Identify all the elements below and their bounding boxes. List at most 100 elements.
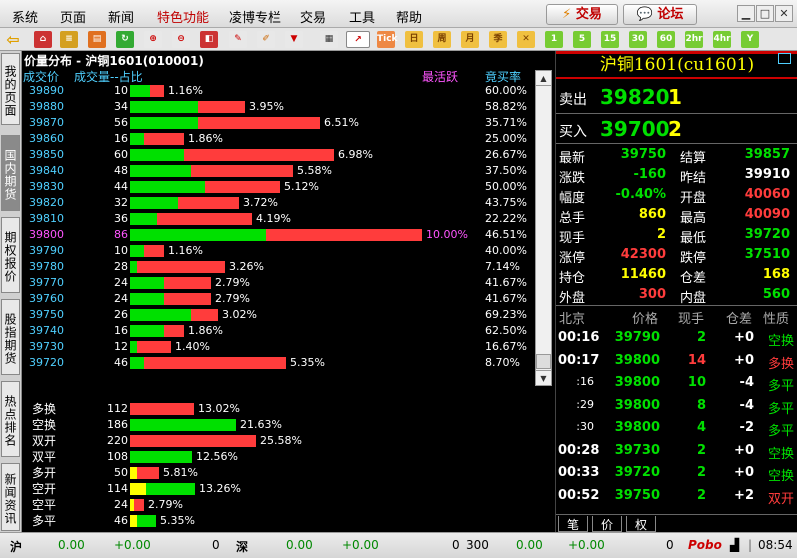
field-label: 内盘 bbox=[680, 291, 707, 306]
database-icon[interactable]: ≡ bbox=[60, 31, 78, 48]
menu-help[interactable]: 帮助 bbox=[396, 7, 422, 26]
price-row[interactable]: 39880 34 3.95% 58.82% bbox=[22, 100, 553, 114]
week-button[interactable]: 周 bbox=[433, 31, 451, 48]
maximize-button[interactable]: □ bbox=[756, 5, 774, 22]
scroll-up-icon[interactable]: ▲ bbox=[536, 71, 551, 86]
menu-tools[interactable]: 工具 bbox=[349, 7, 375, 26]
table-icon[interactable]: ▦ bbox=[320, 31, 338, 48]
type-row[interactable]: 空平 24 2.79% bbox=[22, 497, 553, 513]
type-row[interactable]: 空开 114 13.26% bbox=[22, 481, 553, 497]
trade-button[interactable]: ⚡ 交易 bbox=[546, 4, 618, 25]
tick-price: 39800 bbox=[614, 375, 660, 390]
type-row[interactable]: 空换 186 21.63% bbox=[22, 417, 553, 433]
forum-button[interactable]: 💬 论坛 bbox=[623, 4, 697, 25]
expand-icon[interactable] bbox=[778, 53, 791, 64]
type-percent: 5.35% bbox=[160, 514, 195, 527]
tick-time: 00:17 bbox=[558, 352, 600, 368]
price-row[interactable]: 39850 60 6.98% 26.67% bbox=[22, 148, 553, 162]
tick-col-vol: 现手 bbox=[678, 312, 705, 327]
price-row[interactable]: 39800 86 10.00% 46.51% bbox=[22, 228, 553, 242]
brush-icon[interactable]: ✐ bbox=[257, 31, 275, 48]
menu-trade[interactable]: 交易 bbox=[300, 7, 326, 26]
tab-options[interactable]: 期权报价 bbox=[1, 217, 20, 293]
vertical-scrollbar[interactable]: ▲ ▼ bbox=[535, 70, 552, 386]
price-row[interactable]: 39770 24 2.79% 41.67% bbox=[22, 276, 553, 290]
m1-button[interactable]: 1 bbox=[545, 31, 563, 48]
type-row[interactable]: 多换 112 13.02% bbox=[22, 401, 553, 417]
type-volume: 112 bbox=[107, 402, 128, 415]
row-price: 39750 bbox=[29, 308, 64, 321]
minimize-button[interactable]: ▁ bbox=[737, 5, 755, 22]
tab-domestic-futures[interactable]: 国内期货 bbox=[1, 135, 20, 211]
tab-hot-ranking[interactable]: 热点排名 bbox=[1, 381, 20, 457]
tab-rights[interactable]: 权 bbox=[626, 516, 656, 532]
price-row[interactable]: 39780 28 3.26% 7.14% bbox=[22, 260, 553, 274]
line-chart-icon[interactable]: ↗ bbox=[346, 31, 370, 48]
sound-icon: | bbox=[748, 538, 753, 552]
h4-button[interactable]: 4hr bbox=[713, 31, 731, 48]
m5-button[interactable]: 5 bbox=[573, 31, 591, 48]
price-row[interactable]: 39890 10 1.16% 60.00% bbox=[22, 84, 553, 98]
price-row[interactable]: 39840 48 5.58% 37.50% bbox=[22, 164, 553, 178]
price-row[interactable]: 39810 36 4.19% 22.22% bbox=[22, 212, 553, 226]
csi300-volume: 0 bbox=[666, 538, 674, 552]
type-row[interactable]: 双开 220 25.58% bbox=[22, 433, 553, 449]
scroll-down-icon[interactable]: ▼ bbox=[536, 370, 551, 385]
scroll-thumb[interactable] bbox=[536, 354, 551, 369]
tick-oi-change: +0 bbox=[734, 442, 754, 458]
m30-button[interactable]: 30 bbox=[629, 31, 647, 48]
zoom-out-icon[interactable]: ⊖ bbox=[172, 31, 190, 48]
menu-features[interactable]: 特色功能 bbox=[157, 7, 209, 26]
price-row[interactable]: 39820 32 3.72% 43.75% bbox=[22, 196, 553, 210]
back-arrow-icon[interactable]: ⇦ bbox=[4, 31, 22, 48]
tab-index-futures[interactable]: 股指期货 bbox=[1, 299, 20, 375]
filter-icon[interactable]: ▼ bbox=[285, 31, 303, 48]
type-name: 空开 bbox=[32, 482, 57, 496]
pencil-icon[interactable]: ✎ bbox=[229, 31, 247, 48]
type-row[interactable]: 多平 46 5.35% bbox=[22, 513, 553, 529]
cross-icon[interactable]: ✕ bbox=[517, 31, 535, 48]
season-button[interactable]: 季 bbox=[489, 31, 507, 48]
window-icon[interactable]: ◧ bbox=[200, 31, 218, 48]
price-row[interactable]: 39860 16 1.86% 25.00% bbox=[22, 132, 553, 146]
month-button[interactable]: 月 bbox=[461, 31, 479, 48]
tab-price[interactable]: 价 bbox=[592, 516, 622, 532]
tick-button[interactable]: Tick bbox=[377, 31, 398, 48]
row-percent: 5.58% bbox=[297, 164, 332, 177]
day-button[interactable]: 日 bbox=[405, 31, 423, 48]
row-volume: 24 bbox=[114, 292, 128, 305]
bid-bar bbox=[130, 309, 191, 321]
h2-button[interactable]: 2hr bbox=[685, 31, 703, 48]
tab-trades[interactable]: 笔 bbox=[558, 516, 588, 532]
row-price: 39740 bbox=[29, 324, 64, 337]
row-volume: 16 bbox=[114, 132, 128, 145]
price-row[interactable]: 39790 10 1.16% 40.00% bbox=[22, 244, 553, 258]
zoom-in-icon[interactable]: ⊕ bbox=[144, 31, 162, 48]
price-row[interactable]: 39750 26 3.02% 69.23% bbox=[22, 308, 553, 322]
menu-system[interactable]: 系统 bbox=[12, 7, 38, 26]
year-button[interactable]: Y bbox=[741, 31, 759, 48]
price-row[interactable]: 39730 12 1.40% 16.67% bbox=[22, 340, 553, 354]
m60-button[interactable]: 60 bbox=[657, 31, 675, 48]
m15-button[interactable]: 15 bbox=[601, 31, 619, 48]
tab-my-page[interactable]: 我的页面 bbox=[1, 53, 20, 125]
type-row[interactable]: 双平 108 12.56% bbox=[22, 449, 553, 465]
type-row[interactable]: 多开 50 5.81% bbox=[22, 465, 553, 481]
menu-column[interactable]: 凌博专栏 bbox=[229, 7, 281, 26]
csi300-label: 300 bbox=[466, 538, 489, 552]
tick-time: :30 bbox=[576, 420, 594, 433]
refresh-icon[interactable]: ↻ bbox=[116, 31, 134, 48]
tab-news[interactable]: 新闻资讯 bbox=[1, 463, 20, 531]
row-percent: 3.26% bbox=[229, 260, 264, 273]
menu-news[interactable]: 新闻 bbox=[108, 7, 134, 26]
price-row[interactable]: 39740 16 1.86% 62.50% bbox=[22, 324, 553, 338]
home-icon[interactable]: ⌂ bbox=[34, 31, 52, 48]
close-button[interactable]: ✕ bbox=[775, 5, 793, 22]
chart-window-icon[interactable]: ▤ bbox=[88, 31, 106, 48]
field-label: 仓差 bbox=[680, 271, 707, 286]
price-row[interactable]: 39760 24 2.79% 41.67% bbox=[22, 292, 553, 306]
price-row[interactable]: 39830 44 5.12% 50.00% bbox=[22, 180, 553, 194]
price-row[interactable]: 39720 46 5.35% 8.70% bbox=[22, 356, 553, 370]
menu-page[interactable]: 页面 bbox=[60, 7, 86, 26]
price-row[interactable]: 39870 56 6.51% 35.71% bbox=[22, 116, 553, 130]
